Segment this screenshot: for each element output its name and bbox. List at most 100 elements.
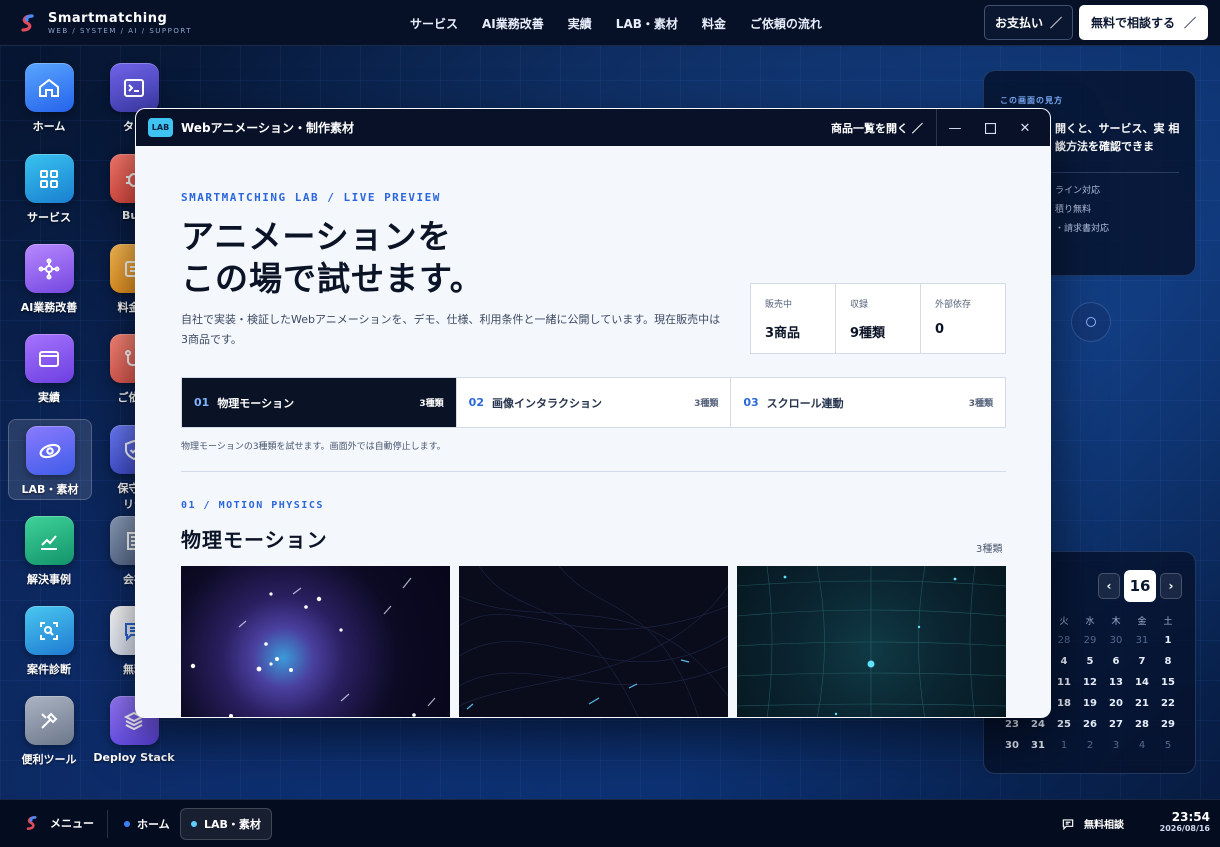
calendar-date[interactable]: 23: [999, 719, 1025, 734]
calendar-date[interactable]: 26: [1077, 719, 1103, 734]
calendar-weekday: 金: [1137, 617, 1147, 627]
desktop-icon-lab[interactable]: LAB・素材: [8, 419, 92, 500]
desktop-icon-label: 実績: [38, 391, 60, 404]
desktop-icon-home[interactable]: ホーム: [7, 63, 91, 134]
calendar-date[interactable]: 2: [1077, 740, 1103, 755]
tab-image-interaction[interactable]: 02 画像インタラクション 3種類: [455, 378, 731, 427]
top-bar: Smartmatching WEB / SYSTEM / AI / SUPPOR…: [0, 0, 1220, 46]
nav-lab[interactable]: LAB・素材: [616, 15, 678, 32]
stat-value: 3商品: [765, 326, 801, 341]
calendar-date[interactable]: 29: [1155, 719, 1181, 734]
desktop-icon-label: 便利ツール: [21, 753, 77, 766]
calendar-date[interactable]: 6: [1103, 656, 1129, 671]
desktop-icon-label: ホーム: [32, 120, 66, 133]
section-title: 物理モーション: [181, 528, 328, 552]
calendar-date[interactable]: 19: [1077, 698, 1103, 713]
calendar-date[interactable]: 20: [1103, 698, 1129, 713]
calendar-date[interactable]: 28: [1051, 635, 1077, 650]
external-arrow-icon: ／: [1183, 16, 1196, 30]
nav-pricing[interactable]: 料金: [702, 15, 726, 32]
hero-lead: 自社で実装・検証したWebアニメーションを、デモ、仕様、利用条件と一緒に公開して…: [181, 313, 721, 346]
demo-preview-lines[interactable]: [459, 566, 728, 717]
window-content: SMARTMATCHING LAB / LIVE PREVIEW アニメーション…: [136, 146, 1050, 717]
taskbar-item-home[interactable]: ホーム: [114, 808, 180, 840]
calendar-prev-button[interactable]: ‹: [1098, 573, 1120, 599]
window-titlebar[interactable]: LAB Webアニメーション・制作素材 商品一覧を開く ／ — ✕: [136, 109, 1050, 146]
stats-box: 販売中 3商品 収録 9種類 外部依存 0: [750, 283, 1006, 354]
calendar-date[interactable]: 21: [1129, 698, 1155, 713]
desktop-icon-diagnosis[interactable]: 案件診断: [7, 606, 91, 677]
maximize-button[interactable]: [978, 116, 1002, 140]
maximize-icon: [984, 122, 996, 134]
desktop-icon-ai[interactable]: AI業務改善: [7, 244, 91, 315]
calendar-date[interactable]: 30: [1103, 635, 1129, 650]
calendar-date[interactable]: 3: [1103, 740, 1129, 755]
hero-headline-line2: この場で試せます。: [181, 259, 484, 298]
nav-services[interactable]: サービス: [410, 15, 458, 32]
calendar-date[interactable]: 31: [1129, 635, 1155, 650]
desktop-icon-label: LAB・素材: [21, 483, 79, 496]
stat-label: 販売中: [765, 300, 793, 310]
calendar-date[interactable]: 30: [999, 740, 1025, 755]
minimize-button[interactable]: —: [943, 116, 967, 140]
taskbar-item-lab[interactable]: LAB・素材: [180, 808, 272, 840]
status-dot: [124, 821, 130, 827]
calendar-date[interactable]: 4: [1129, 740, 1155, 755]
calendar-date[interactable]: 15: [1155, 677, 1181, 692]
guide-row: ライン対応: [1055, 186, 1101, 196]
calendar-date[interactable]: 5: [1077, 656, 1103, 671]
tab-scroll-linked[interactable]: 03 スクロール連動 3種類: [730, 378, 1005, 427]
demo-preview-particles[interactable]: [181, 566, 450, 717]
calendar-date[interactable]: 28: [1129, 719, 1155, 734]
calendar-date[interactable]: 1: [1155, 635, 1181, 650]
desktop-icon-cases[interactable]: 解決事例: [7, 516, 91, 587]
divider: [936, 109, 937, 146]
calendar-date[interactable]: 22: [1155, 698, 1181, 713]
calendar-current-day: 16: [1124, 570, 1156, 602]
free-consult-button[interactable]: 無料で相談する ／: [1079, 5, 1208, 40]
tab-label: 物理モーション: [217, 396, 295, 410]
calendar-date[interactable]: 18: [1051, 698, 1077, 713]
calendar-weekday: 火: [1059, 617, 1069, 627]
brand[interactable]: Smartmatching WEB / SYSTEM / AI / SUPPOR…: [18, 11, 192, 35]
calendar-date[interactable]: 7: [1129, 656, 1155, 671]
payment-button[interactable]: お支払い ／: [984, 5, 1073, 40]
clock-time: 23:54: [1171, 810, 1210, 824]
calendar-date[interactable]: 5: [1155, 740, 1181, 755]
nav-works[interactable]: 実績: [568, 15, 592, 32]
open-product-list-link[interactable]: 商品一覧を開く ／: [831, 120, 923, 136]
calendar-date[interactable]: 8: [1155, 656, 1181, 671]
stat-external-deps: 外部依存 0: [920, 284, 1005, 353]
calendar-date[interactable]: 25: [1051, 719, 1077, 734]
desktop-icon-services[interactable]: サービス: [7, 154, 91, 225]
calendar-date[interactable]: 11: [1051, 677, 1077, 692]
tab-motion-physics[interactable]: 01 物理モーション 3種類: [182, 378, 456, 427]
calendar-date[interactable]: 24: [1025, 719, 1051, 734]
calendar-date[interactable]: 31: [1025, 740, 1051, 755]
tab-count: 3種類: [694, 399, 719, 409]
calendar-date[interactable]: 4: [1051, 656, 1077, 671]
taskbar-menu-label: メニュー: [50, 817, 94, 830]
brand-name: Smartmatching: [48, 10, 168, 26]
calendar-date[interactable]: 29: [1077, 635, 1103, 650]
nav-ai-improvement[interactable]: AI業務改善: [482, 15, 544, 32]
desktop-icon-tools[interactable]: 便利ツール: [7, 696, 91, 767]
demo-preview-grid[interactable]: [737, 566, 1006, 717]
calendar-date[interactable]: 12: [1077, 677, 1103, 692]
guide-row: 積り無料: [1055, 205, 1092, 215]
calendar-next-button[interactable]: ›: [1160, 573, 1182, 599]
calendar-date[interactable]: 13: [1103, 677, 1129, 692]
close-button[interactable]: ✕: [1013, 116, 1037, 140]
calendar-date[interactable]: 14: [1129, 677, 1155, 692]
divider: [107, 810, 108, 838]
calendar-date[interactable]: 27: [1103, 719, 1129, 734]
widget-toggle-button[interactable]: [1071, 302, 1111, 342]
taskbar-menu-button[interactable]: メニュー: [24, 815, 94, 831]
nav-flow[interactable]: ご依頼の流れ: [750, 15, 822, 32]
calendar-date[interactable]: 1: [1051, 740, 1077, 755]
taskbar-consult-button[interactable]: 無料相談: [1061, 816, 1124, 831]
stat-included: 収録 9種類: [835, 284, 920, 353]
calendar-weekday: 土: [1163, 617, 1173, 627]
taskbar-consult-label: 無料相談: [1084, 820, 1124, 831]
desktop-icon-works[interactable]: 実績: [7, 334, 91, 405]
